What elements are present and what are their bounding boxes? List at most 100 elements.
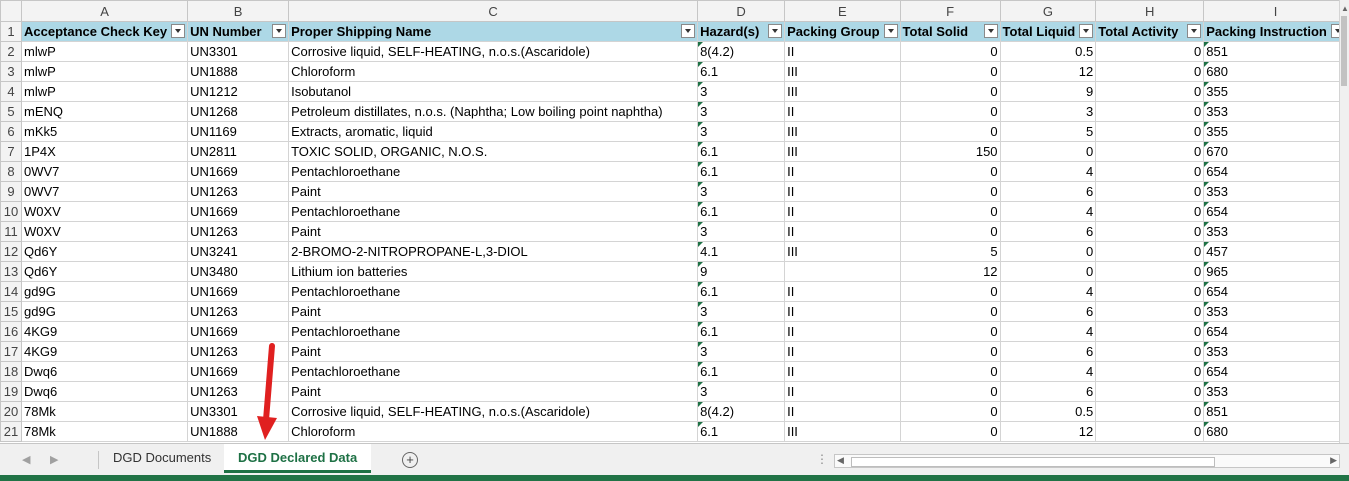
table-cell[interactable]: UN1212 xyxy=(187,81,290,102)
table-cell[interactable]: TOXIC SOLID, ORGANIC, N.O.S. xyxy=(288,141,699,162)
filter-dropdown-icon[interactable] xyxy=(768,24,783,38)
column-letter[interactable]: I xyxy=(1203,0,1348,22)
table-cell[interactable]: UN1263 xyxy=(187,301,290,322)
table-cell[interactable]: UN3301 xyxy=(187,41,290,62)
row-number[interactable]: 17 xyxy=(0,341,22,362)
table-cell[interactable]: W0XV xyxy=(20,201,189,222)
table-cell[interactable]: 0 xyxy=(1095,341,1205,362)
table-cell[interactable]: 0WV7 xyxy=(20,161,189,182)
column-letter[interactable]: H xyxy=(1095,0,1205,22)
table-cell[interactable]: 0 xyxy=(899,221,1001,242)
table-cell[interactable]: 4 xyxy=(999,361,1097,382)
table-cell[interactable]: 3 xyxy=(697,381,786,402)
table-cell[interactable]: gd9G xyxy=(20,301,189,322)
table-cell[interactable]: III xyxy=(784,241,901,262)
table-cell[interactable]: 0 xyxy=(899,101,1001,122)
table-cell[interactable]: 0 xyxy=(1095,381,1205,402)
table-cell[interactable]: 6 xyxy=(999,381,1097,402)
table-cell[interactable]: 12 xyxy=(899,261,1001,282)
vertical-scrollbar[interactable]: ▲ xyxy=(1339,0,1349,443)
table-cell[interactable]: 0 xyxy=(1095,161,1205,182)
table-cell[interactable]: 0 xyxy=(1095,181,1205,202)
table-cell[interactable]: 0 xyxy=(1095,201,1205,222)
table-cell[interactable]: 5 xyxy=(999,121,1097,142)
table-cell[interactable]: 4 xyxy=(999,201,1097,222)
row-number[interactable]: 18 xyxy=(0,361,22,382)
table-cell[interactable]: 6.1 xyxy=(697,61,786,82)
vertical-scroll-thumb[interactable] xyxy=(1341,16,1347,86)
next-sheet-icon[interactable]: ▶ xyxy=(50,453,58,466)
header-cell[interactable]: Packing Group xyxy=(784,21,901,42)
column-letter[interactable]: E xyxy=(784,0,901,22)
table-cell[interactable]: mKk5 xyxy=(20,121,189,142)
table-cell[interactable]: 353 xyxy=(1203,301,1348,322)
header-cell[interactable]: Acceptance Check Key xyxy=(20,21,189,42)
table-cell[interactable]: 3 xyxy=(697,181,786,202)
table-cell[interactable]: 851 xyxy=(1203,41,1348,62)
table-cell[interactable]: Pentachloroethane xyxy=(288,361,699,382)
table-cell[interactable]: 12 xyxy=(999,421,1097,442)
header-cell[interactable]: Total Liquid xyxy=(999,21,1097,42)
table-cell[interactable]: 4KG9 xyxy=(20,321,189,342)
table-cell[interactable]: 0 xyxy=(1095,281,1205,302)
row-number[interactable]: 21 xyxy=(0,421,22,442)
row-number[interactable]: 13 xyxy=(0,261,22,282)
table-cell[interactable]: Paint xyxy=(288,221,699,242)
table-cell[interactable]: 3 xyxy=(697,121,786,142)
table-cell[interactable]: 654 xyxy=(1203,281,1348,302)
row-number[interactable]: 1 xyxy=(0,21,22,42)
column-letter[interactable]: D xyxy=(697,0,786,22)
table-cell[interactable]: 0 xyxy=(1095,301,1205,322)
table-cell[interactable]: II xyxy=(784,301,901,322)
table-cell[interactable]: 0 xyxy=(899,281,1001,302)
table-cell[interactable]: UN1669 xyxy=(187,201,290,222)
table-cell[interactable]: Qd6Y xyxy=(20,261,189,282)
table-cell[interactable]: 2-BROMO-2-NITROPROPANE-L,3-DIOL xyxy=(288,241,699,262)
table-cell[interactable]: mlwP xyxy=(20,41,189,62)
tab-split-handle-icon[interactable]: ⋮ xyxy=(816,452,828,466)
table-cell[interactable]: 654 xyxy=(1203,321,1348,342)
table-cell[interactable]: Lithium ion batteries xyxy=(288,261,699,282)
table-cell[interactable]: Paint xyxy=(288,301,699,322)
table-cell[interactable]: 0 xyxy=(899,181,1001,202)
table-cell[interactable]: 6 xyxy=(999,341,1097,362)
filter-dropdown-icon[interactable] xyxy=(272,24,287,38)
table-cell[interactable]: 0 xyxy=(899,401,1001,422)
table-cell[interactable]: 6.1 xyxy=(697,201,786,222)
row-number[interactable]: 4 xyxy=(0,81,22,102)
table-cell[interactable]: II xyxy=(784,41,901,62)
table-cell[interactable]: UN1263 xyxy=(187,181,290,202)
row-number[interactable]: 5 xyxy=(0,101,22,122)
table-cell[interactable]: 1P4X xyxy=(20,141,189,162)
row-number[interactable]: 3 xyxy=(0,61,22,82)
table-cell[interactable]: 4.1 xyxy=(697,241,786,262)
table-cell[interactable]: 654 xyxy=(1203,201,1348,222)
add-sheet-icon[interactable]: + xyxy=(402,452,418,468)
table-cell[interactable]: 6 xyxy=(999,301,1097,322)
filter-dropdown-icon[interactable] xyxy=(983,24,998,38)
table-cell[interactable]: Pentachloroethane xyxy=(288,201,699,222)
table-cell[interactable]: Pentachloroethane xyxy=(288,281,699,302)
table-cell[interactable]: 0 xyxy=(899,321,1001,342)
table-cell[interactable]: UN1669 xyxy=(187,281,290,302)
table-cell[interactable]: 3 xyxy=(999,101,1097,122)
table-cell[interactable]: II xyxy=(784,161,901,182)
row-number[interactable]: 11 xyxy=(0,221,22,242)
table-cell[interactable]: II xyxy=(784,281,901,302)
header-cell[interactable]: Total Activity xyxy=(1095,21,1205,42)
table-cell[interactable]: mlwP xyxy=(20,61,189,82)
filter-dropdown-icon[interactable] xyxy=(883,24,898,38)
table-cell[interactable]: III xyxy=(784,121,901,142)
prev-sheet-icon[interactable]: ◀ xyxy=(22,453,30,466)
table-cell[interactable]: 355 xyxy=(1203,81,1348,102)
table-cell[interactable]: Qd6Y xyxy=(20,241,189,262)
row-number[interactable]: 20 xyxy=(0,401,22,422)
row-number[interactable]: 19 xyxy=(0,381,22,402)
header-cell[interactable]: UN Number xyxy=(187,21,290,42)
table-cell[interactable]: 0 xyxy=(1095,361,1205,382)
table-cell[interactable]: 0 xyxy=(899,161,1001,182)
table-cell[interactable]: UN2811 xyxy=(187,141,290,162)
table-cell[interactable]: 0 xyxy=(999,241,1097,262)
table-cell[interactable]: 0.5 xyxy=(999,41,1097,62)
table-cell[interactable]: Extracts, aromatic, liquid xyxy=(288,121,699,142)
